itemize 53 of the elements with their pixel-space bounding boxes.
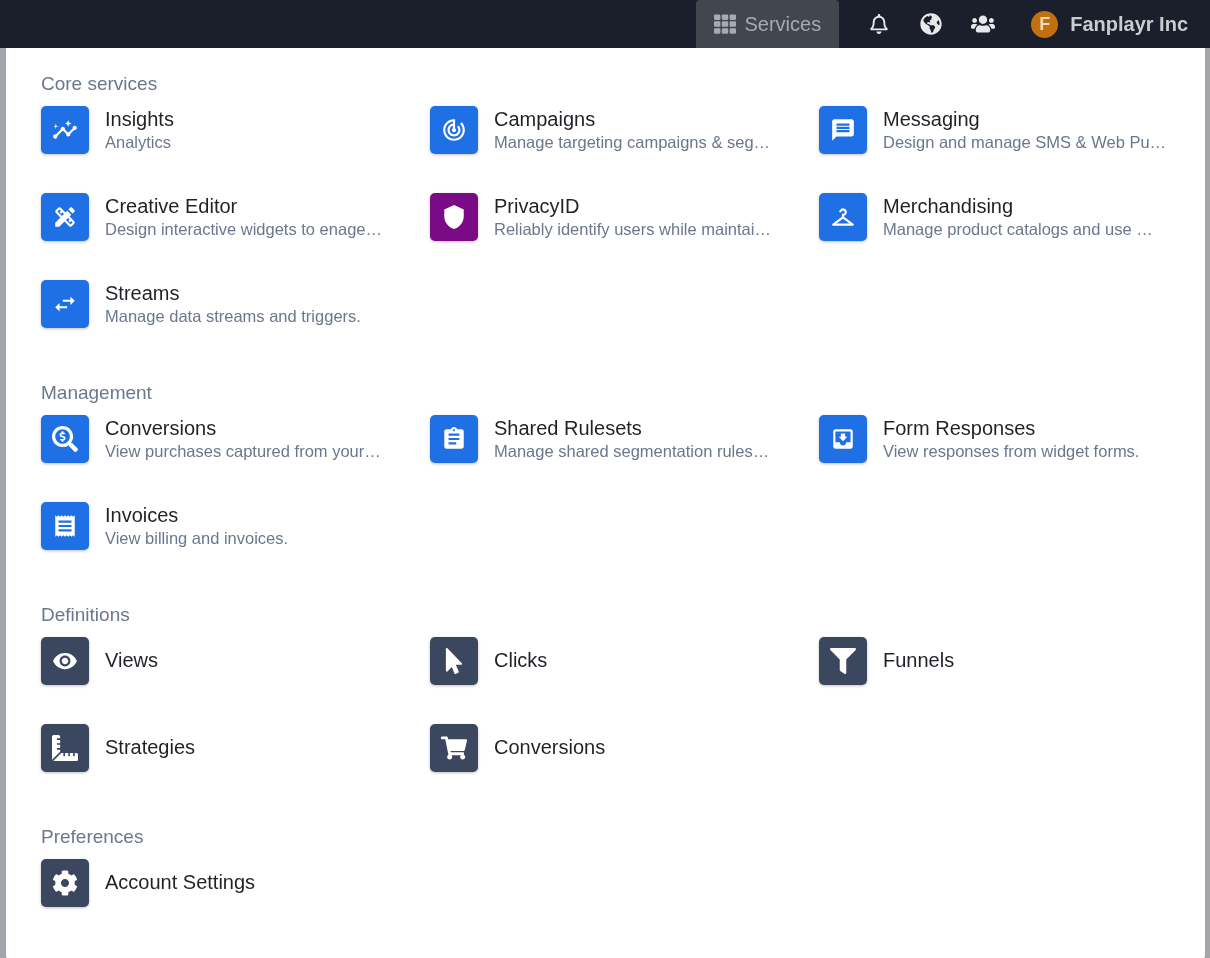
section-title: Preferences [41,826,145,848]
service-link[interactable]: Account Settings [41,856,430,943]
service-description: Analytics [105,132,173,152]
service-title: Conversions [494,736,606,759]
service-link[interactable]: Streams Manage data streams and triggers. [41,277,430,364]
service-title: Shared Rulesets [494,416,643,440]
section-title: Definitions [41,604,131,626]
service-link[interactable]: Form Responses View responses from widget forms. [819,412,1179,499]
service-description: Manage shared segmentation rules… [494,441,770,461]
service-description: Design interactive widgets to enage… [105,219,382,239]
service-link[interactable]: Invoices View billing and invoices. [41,499,430,586]
service-title: PrivacyID [494,194,581,218]
account-name[interactable]: Fanplayr Inc [1070,12,1188,36]
service-title: Strategies [105,736,196,759]
service-link[interactable]: Shared Rulesets Manage shared segmentation rules… [430,412,819,499]
service-link[interactable]: Messaging Design and manage SMS & Web Pu… [819,103,1179,190]
service-title: Clicks [494,649,548,672]
service-link[interactable]: Conversions [430,721,819,808]
service-title: Conversions [105,416,218,440]
grid-icon [714,13,737,35]
service-title: Streams [105,281,181,305]
services-button[interactable]: Services [696,0,840,48]
service-link[interactable]: Funnels [819,634,1179,721]
service-description: Manage targeting campaigns & seg… [494,132,771,152]
service-link[interactable]: Campaigns Manage targeting campaigns & seg… [430,103,819,190]
service-title: Messaging [883,107,981,131]
service-title: Creative Editor [105,194,239,218]
service-link[interactable]: Insights Analytics [41,103,430,190]
service-link[interactable]: Conversions View purchases captured from your… [41,412,430,499]
service-description: View responses from widget forms. [883,441,1140,461]
service-title: Invoices [105,503,180,527]
section-title: Management [41,382,153,404]
service-description: View billing and invoices. [105,528,289,548]
service-link[interactable]: Clicks [430,634,819,721]
section-title: Core services [41,73,159,95]
service-description: View purchases captured from your… [105,441,381,461]
service-link[interactable]: Strategies [41,721,430,808]
service-description: Reliably identify users while maintai… [494,219,771,239]
service-title: Form Responses [883,416,1037,440]
service-description: Manage data streams and triggers. [105,306,361,326]
service-title: Funnels [883,649,955,672]
service-link[interactable]: Views [41,634,430,721]
service-title: Account Settings [105,871,256,894]
service-title: Views [105,649,158,672]
service-link[interactable]: PrivacyID Reliably identify users while maintai… [430,190,819,277]
service-link[interactable]: Merchandising Manage product catalogs and use … [819,190,1179,277]
globe-icon[interactable] [919,12,944,36]
service-link[interactable]: Creative Editor Design interactive widgets to enage… [41,190,430,277]
service-description: Design and manage SMS & Web Pu… [883,132,1167,152]
service-title: Campaigns [494,107,597,131]
service-title: Insights [105,107,174,131]
service-title: Merchandising [883,194,1015,218]
service-description: Manage product catalogs and use … [883,219,1153,239]
